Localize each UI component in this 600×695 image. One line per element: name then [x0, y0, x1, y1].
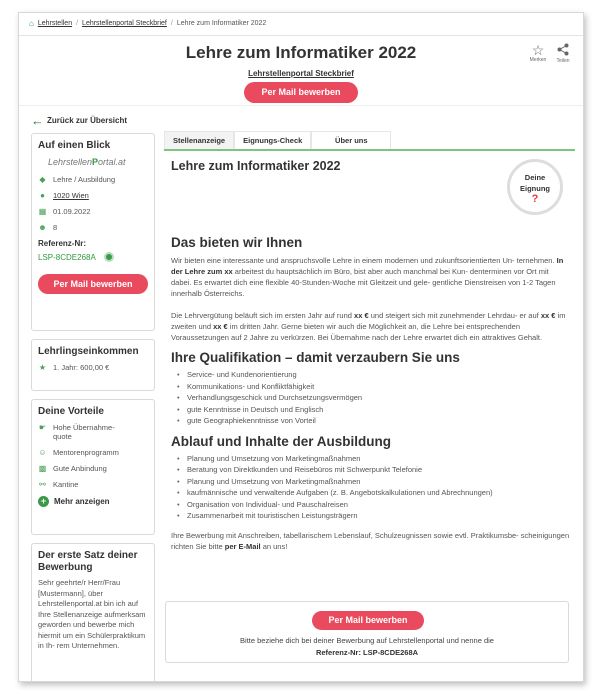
apply-hint: Bitte beziehe dich bei deiner Bewerbung … [240, 636, 494, 645]
breadcrumb-separator: / [76, 20, 79, 27]
train-icon: ▩ [38, 464, 47, 473]
overview-location: ● 1020 Wien [38, 191, 148, 200]
company-link[interactable]: Lehrstellenportal Steckbrief [19, 69, 583, 78]
breadcrumb: ⌂ Lehrstellen / Lehrstellenportal Steckb… [29, 19, 266, 28]
overview-card: Auf einen Blick LehrstellenPortal.at ◆ Le… [31, 133, 155, 331]
back-link[interactable]: ← Zurück zur Übersicht [31, 113, 127, 128]
plus-icon: + [38, 496, 49, 507]
list-item: Verhandlungsgeschick und Durchsetzungsve… [171, 392, 571, 404]
apply-mail-button-bottom[interactable]: Per Mail bewerben [312, 611, 424, 630]
apply-reference: Referenz-Nr: LSP-8CDE268A [315, 648, 419, 657]
overview-date: ▦ 01.09.2022 [38, 207, 91, 216]
list-item: kaufmännische und verwaltende Aufgaben (… [171, 487, 571, 499]
calendar-icon: ▦ [38, 207, 47, 216]
cutlery-icon: ⚯ [39, 480, 46, 489]
page-title: Lehre zum Informatiker 2022 [185, 43, 417, 62]
company-logo: LehrstellenPortal.at [48, 157, 126, 167]
list-item: Planung und Umsetzung von Marketingmaßna… [171, 476, 571, 488]
letter-heading: Der erste Satz deiner Bewerbung [38, 550, 138, 573]
qualification-heading: Ihre Qualifikation – damit verzaubern Si… [171, 350, 460, 365]
tab-ueber-uns[interactable]: Über uns [311, 131, 392, 149]
star-icon: ☆ [531, 42, 545, 58]
home-icon: ⌂ [29, 19, 34, 28]
people-icon: ☻ [38, 223, 47, 232]
breadcrumb-lehrstellen[interactable]: Lehrstellen [38, 20, 72, 27]
bookmark-button[interactable]: ☆ Merken [525, 43, 551, 63]
apply-box: Per Mail bewerben Bitte beziehe dich bei… [165, 601, 569, 663]
benefits-card: Deine Vorteile ☛ Hohe Übernahme- quote ☺ M… [31, 399, 155, 535]
tab-bar: Stellenanzeige Eignungs-Check Über uns [164, 131, 575, 151]
benefit-item: ▩ Gute Anbindung [38, 464, 107, 473]
job-content: Lehre zum Informatiker 2022 Das bieten w… [171, 159, 571, 552]
breadcrumb-steckbrief[interactable]: Lehrstellenportal Steckbrief [82, 20, 167, 27]
benefit-item: ⚯ Kantine [39, 480, 79, 489]
back-label: Zurück zur Übersicht [47, 116, 128, 125]
training-list: Planung und Umsetzung von Marketingmaßna… [171, 453, 571, 522]
overview-heading: Auf einen Blick [38, 140, 111, 151]
reference-label: Referenz-Nr: [38, 239, 87, 248]
list-item: gute Geographiekenntnisse von Vorteil [171, 415, 571, 427]
copy-icon[interactable] [103, 252, 114, 262]
breadcrumb-current: Lehre zum Informatiker 2022 [176, 20, 267, 27]
tab-eignungs-check[interactable]: Eignungs-Check [234, 131, 312, 149]
list-item: Planung und Umsetzung von Marketingmaßna… [171, 453, 571, 465]
apply-mail-button-top[interactable]: Per Mail bewerben [244, 82, 358, 103]
handshake-icon: ☛ [38, 423, 47, 432]
arrow-left-icon: ← [31, 113, 44, 128]
show-more-button[interactable]: + Mehr anzeigen [38, 496, 148, 507]
benefit-item: ☛ Hohe Übernahme- quote [38, 423, 115, 441]
apply-mail-button-sidebar[interactable]: Per Mail bewerben [38, 274, 148, 294]
share-label: Teilen [556, 58, 570, 64]
list-item: Beratung von Direktkunden und Reisebüros… [171, 464, 571, 476]
benefits-heading: Deine Vorteile [38, 406, 104, 417]
reference-value: LSP-8CDE268A [38, 252, 148, 262]
breadcrumb-separator: / [170, 20, 173, 27]
question-mark-icon: ? [531, 193, 539, 205]
letter-card: Der erste Satz deiner Bewerbung Sehr gee… [31, 543, 155, 681]
overview-count: ☻ 8 [38, 223, 58, 232]
list-item: gute Kenntnisse in Deutsch und Englisch [171, 404, 571, 416]
income-value: ★ 1. Jahr: 600,00 € [38, 363, 110, 372]
offer-paragraph-2: Die Lehrvergütung beläuft sich im ersten… [171, 311, 566, 342]
tab-stellenanzeige[interactable]: Stellenanzeige [164, 131, 235, 149]
location-pin-icon: ● [40, 191, 45, 200]
closing-paragraph: Ihre Bewerbung mit Anschreiben, tabellar… [171, 530, 570, 551]
income-card: Lehrlingseinkommen ★ 1. Jahr: 600,00 € [31, 339, 155, 391]
divider [19, 105, 583, 106]
overview-type: ◆ Lehre / Ausbildung [39, 175, 116, 184]
qualification-list: Service- und Kundenorientierung Kommunik… [171, 369, 571, 427]
share-button[interactable]: Teilen [550, 43, 576, 64]
letter-text: Sehr geehrte/r Herr/Frau [Mustermann], ü… [38, 578, 146, 650]
bookmark-label: Merken [529, 57, 547, 63]
offer-heading: Das bieten wir Ihnen [171, 235, 303, 250]
location-link[interactable]: 1020 Wien [53, 191, 89, 200]
offer-paragraph-1: Wir bieten eine interessante und anspruc… [171, 256, 564, 298]
income-heading: Lehrlingseinkommen [38, 346, 139, 357]
divider [19, 35, 583, 36]
mentor-icon: ☺ [38, 448, 47, 457]
benefit-item: ☺ Mentorenprogramm [38, 448, 119, 457]
money-bag-icon: ★ [38, 363, 47, 372]
list-item: Organisation von Individual- und Pauscha… [171, 499, 571, 511]
list-item: Kommunikations- und Konfliktfähigkeit [171, 381, 571, 393]
suitability-badge[interactable]: Deine Eignung ? [507, 159, 563, 215]
share-icon [550, 43, 576, 58]
training-heading: Ablauf und Inhalte der Ausbildung [171, 433, 391, 449]
page-frame: ⌂ Lehrstellen / Lehrstellenportal Steckb… [18, 12, 584, 682]
list-item: Service- und Kundenorientierung [171, 369, 571, 381]
list-item: Zusammenarbeit mit touristischen Leistun… [171, 510, 571, 522]
tag-icon: ◆ [39, 175, 46, 184]
